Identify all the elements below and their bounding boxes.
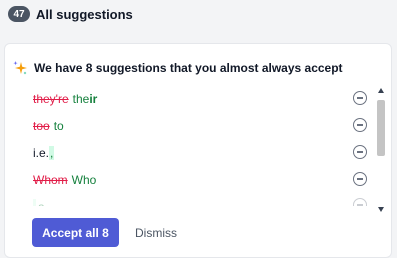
dismiss-button[interactable]: Dismiss — [129, 218, 183, 247]
suggestion-item[interactable]: they're their — [33, 89, 367, 109]
suggestion-list-scrollbar[interactable] — [375, 86, 387, 214]
suggestion-item[interactable]: Whom Who — [33, 170, 367, 190]
card-title-row: We have 8 suggestions that you almost al… — [12, 60, 343, 76]
suggestion-item[interactable]: too to — [33, 116, 367, 136]
added-text: Who — [71, 173, 97, 187]
removed-text: Whom — [33, 173, 68, 187]
bulk-suggestions-card: We have 8 suggestions that you almost al… — [4, 43, 392, 258]
card-title: We have 8 suggestions that you almost al… — [34, 61, 343, 75]
suggestion-list: they're their too to i.e. , Whom Who — [33, 88, 367, 206]
remove-suggestion-icon[interactable] — [353, 118, 367, 132]
suggestions-header: 47 All suggestions — [8, 6, 133, 22]
remove-suggestion-icon[interactable] — [353, 172, 367, 186]
remove-suggestion-icon[interactable] — [353, 145, 367, 159]
sparkle-icon — [13, 61, 27, 75]
added-text: a — [38, 200, 45, 207]
added-text: to — [53, 119, 64, 133]
removed-text: too — [33, 119, 50, 133]
remove-suggestion-icon[interactable] — [353, 91, 367, 105]
added-text: , — [49, 146, 55, 160]
scroll-up-arrow-icon[interactable] — [378, 88, 384, 93]
removed-text: they're — [33, 92, 69, 106]
added-text: the — [72, 92, 90, 106]
insertion-marker — [33, 198, 36, 206]
remove-suggestion-icon[interactable] — [353, 198, 367, 206]
accept-all-button[interactable]: Accept all 8 — [32, 218, 119, 247]
scroll-down-arrow-icon[interactable] — [378, 207, 384, 212]
added-text-bold: ir — [89, 92, 98, 106]
suggestion-item[interactable]: i.e. , — [33, 143, 367, 163]
header-title: All suggestions — [36, 6, 133, 22]
scroll-thumb[interactable] — [377, 100, 385, 156]
suggestion-item[interactable]: a — [33, 196, 367, 206]
suggestion-count-badge: 47 — [8, 6, 30, 22]
context-text: i.e. — [33, 146, 50, 160]
